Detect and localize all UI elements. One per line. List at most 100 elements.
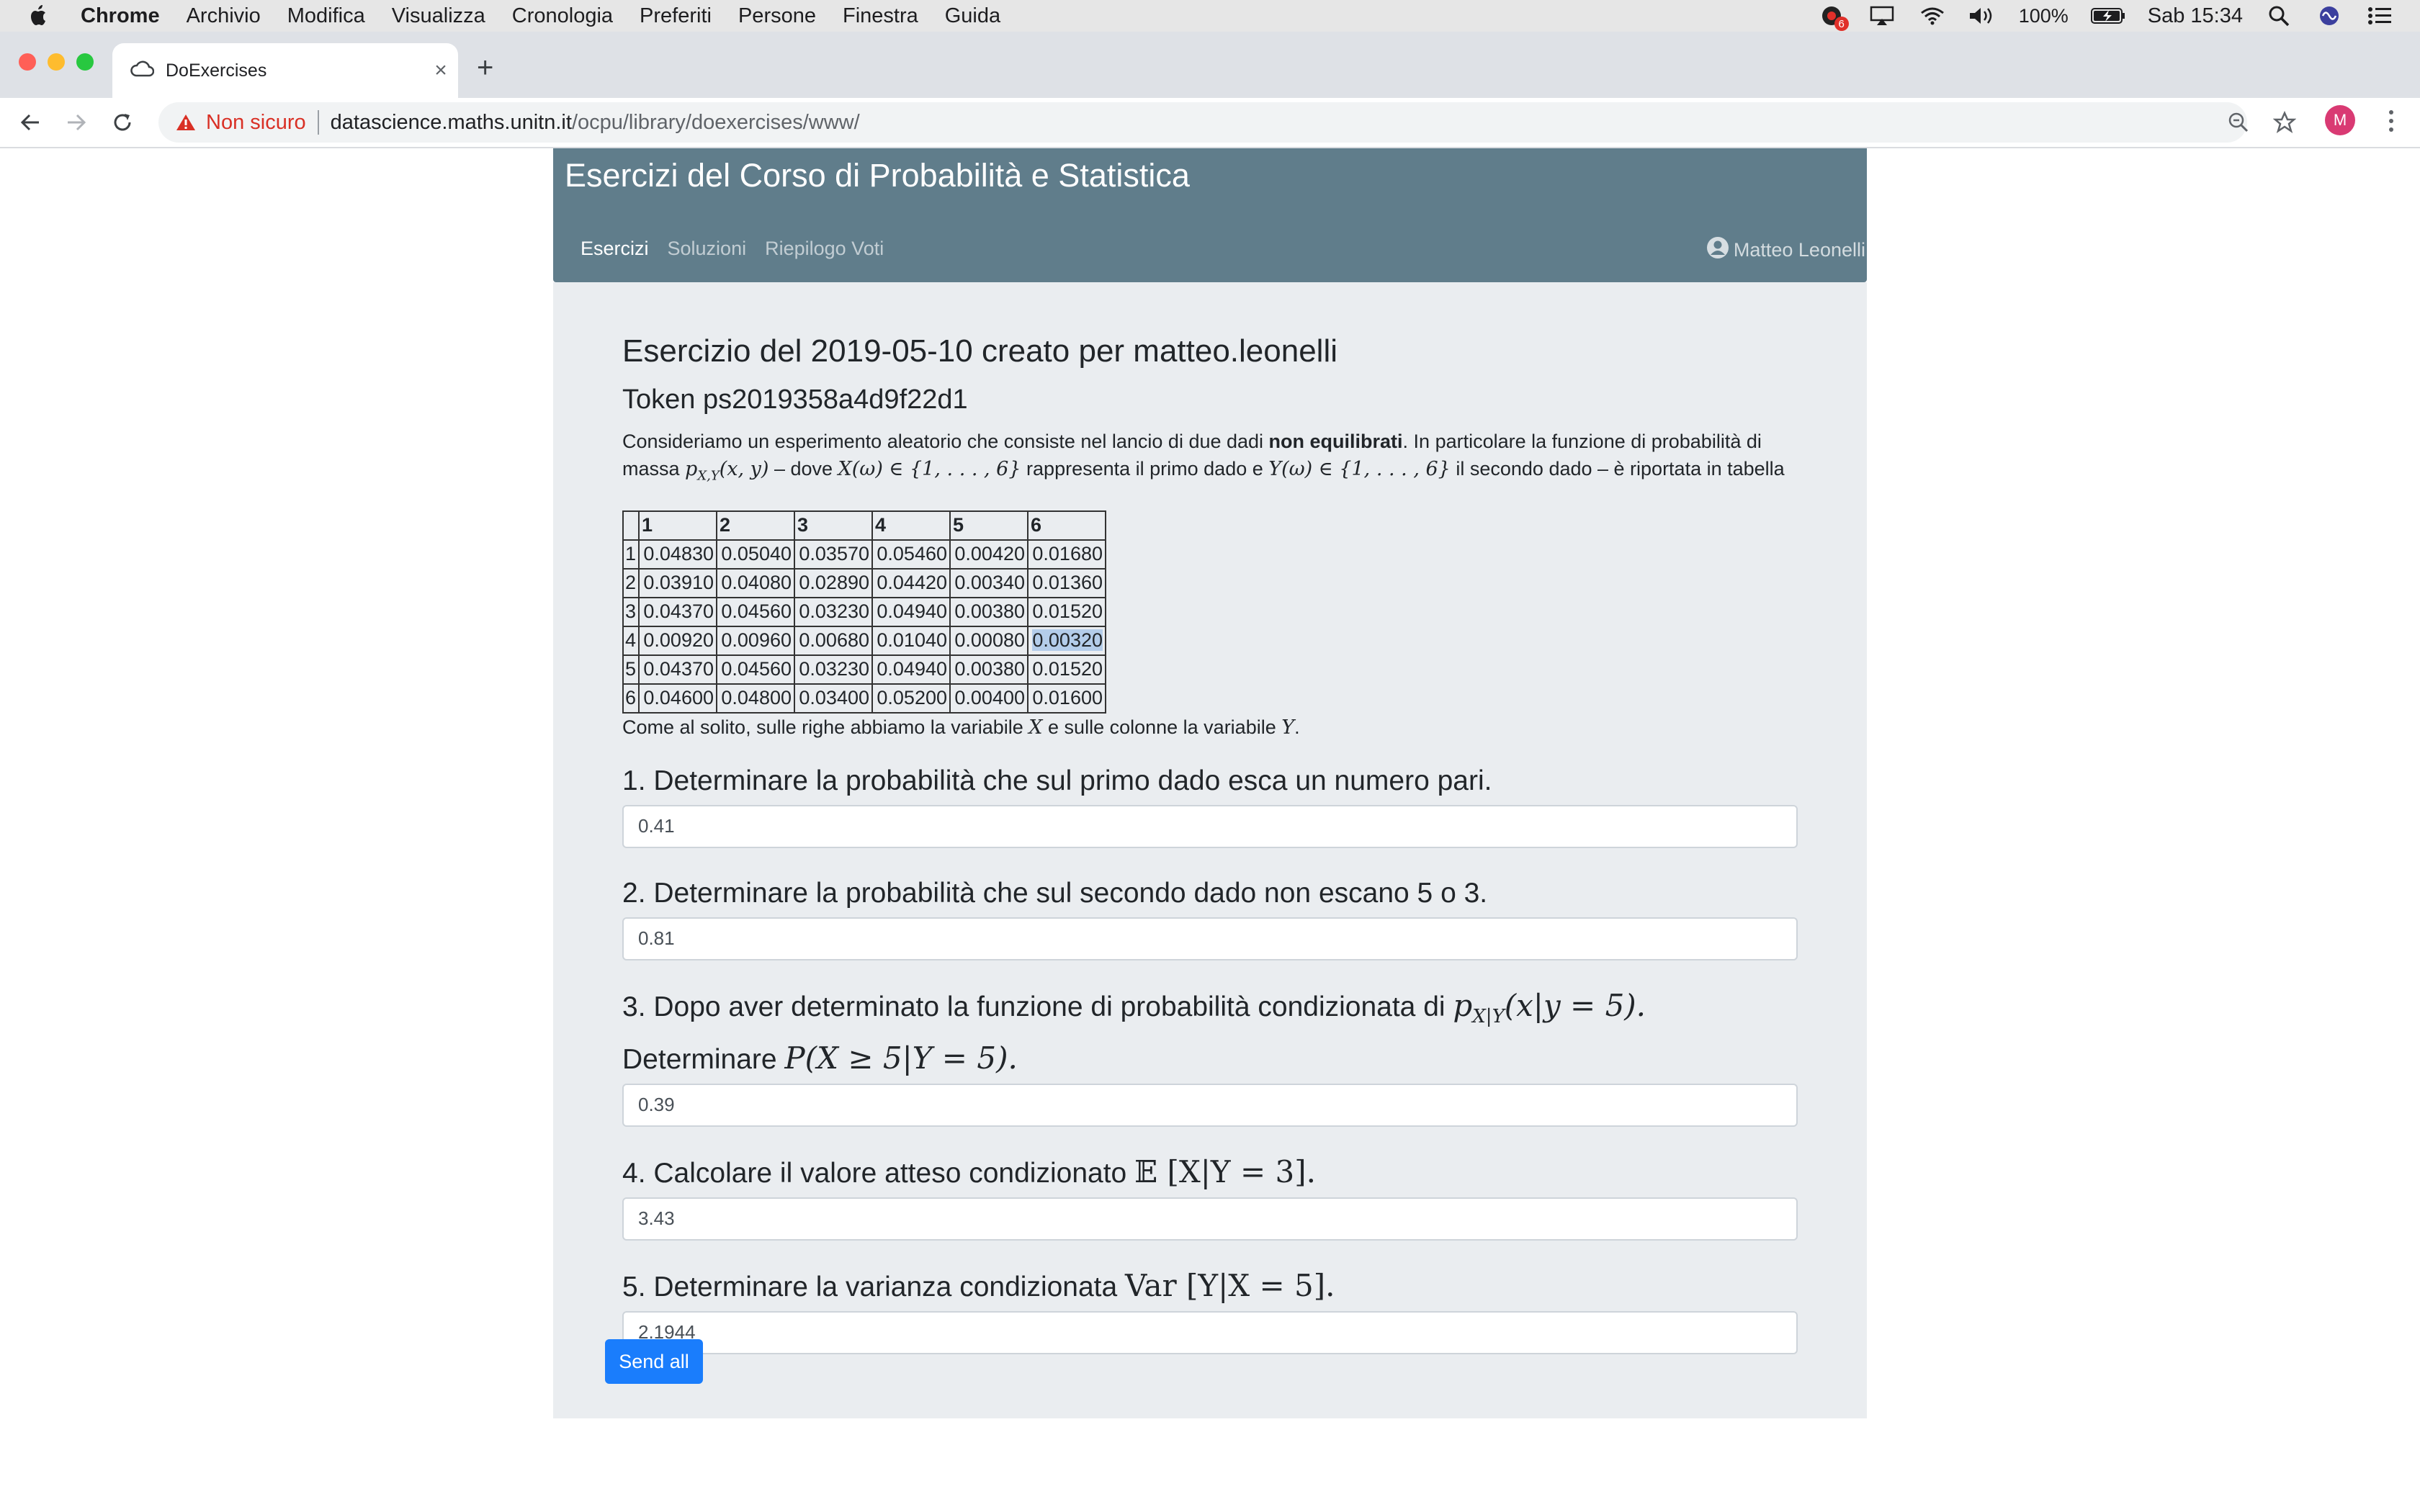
site-nav: Esercizi Soluzioni Riepilogo Voti [581,238,884,260]
answer-input-3[interactable]: 0.39 [622,1083,1798,1127]
table-row: 6 0.04600 0.04800 0.03400 0.05200 0.0040… [622,683,1106,714]
notification-app-icon[interactable]: 6 [1817,5,1849,31]
menu-archivio[interactable]: Archivio [187,4,261,28]
exercise-token: Token ps2019358a4d9f22d1 [622,384,968,415]
table-cell: 0.03400 [794,683,873,714]
table-row: 1 0.04830 0.05040 0.03570 0.05460 0.0042… [622,539,1106,570]
table-cell: 0.02890 [794,567,873,598]
battery-percent: 100% [2018,4,2069,27]
nav-soluzioni[interactable]: Soluzioni [668,238,747,260]
table-cell: 0.01520 [1027,654,1106,685]
answer-input-4[interactable]: 3.43 [622,1197,1798,1241]
clock[interactable]: Sab 15:34 [2148,4,2243,28]
menu-visualizza[interactable]: Visualizza [392,4,485,28]
user-circle-icon [1706,236,1729,264]
user-menu[interactable]: Matteo Leonelli [1706,236,1867,264]
forward-arrow-icon[interactable] [62,108,91,137]
address-bar[interactable]: Non sicuro datascience.maths.unitn.it/oc… [158,102,2247,143]
browser-tab-strip: DoExercises × + [0,32,2420,98]
probability-table: 1 2 3 4 5 6 1 0.04830 0.05040 0.03570 0.… [622,510,1106,714]
table-row: 3 0.04370 0.04560 0.03230 0.04940 0.0038… [622,596,1106,627]
nav-esercizi[interactable]: Esercizi [581,238,649,260]
airplay-icon[interactable] [1868,5,1896,27]
bookmark-star-icon[interactable] [2269,107,2300,138]
table-cell: 0.01040 [871,625,951,656]
menu-app-name[interactable]: Chrome [81,4,160,28]
table-cell: 0.01600 [1027,683,1106,714]
question-1: 1. Determinare la probabilità che sul pr… [622,765,1492,796]
table-cell: 0.00080 [949,625,1028,656]
table-cell: 0.00920 [638,625,717,656]
table-cell: 0.05040 [716,539,795,570]
row-label: 5 [622,654,640,685]
table-cell: 0.04600 [638,683,717,714]
question-2: 2. Determinare la probabilità che sul se… [622,877,1488,909]
window-close-button[interactable] [19,53,36,71]
new-tab-button[interactable]: + [477,52,493,84]
table-cell: 0.00680 [794,625,873,656]
answer-input-2[interactable]: 0.81 [622,917,1798,960]
column-header: 5 [949,510,1028,541]
menu-cronologia[interactable]: Cronologia [512,4,613,28]
nav-riepilogo-voti[interactable]: Riepilogo Voti [765,238,884,260]
warning-icon[interactable] [176,113,196,132]
wifi-icon[interactable] [1918,5,1947,27]
menu-guida[interactable]: Guida [945,4,1000,28]
table-cell: 0.00400 [949,683,1028,714]
exercise-panel: Esercizio del 2019-05-10 creato per matt… [553,282,1867,1418]
table-cell: 0.03570 [794,539,873,570]
row-label: 2 [622,567,640,598]
menu-persone[interactable]: Persone [738,4,816,28]
browser-tab[interactable]: DoExercises × [112,43,458,98]
table-cell: 0.04370 [638,654,717,685]
profile-avatar[interactable]: M [2325,105,2355,135]
zoom-icon[interactable] [2223,107,2254,138]
window-zoom-button[interactable] [76,53,94,71]
reload-icon[interactable] [108,108,137,137]
window-minimize-button[interactable] [48,53,65,71]
table-cell: 0.00340 [949,567,1028,598]
menu-preferiti[interactable]: Preferiti [640,4,712,28]
send-all-button[interactable]: Send all [605,1339,703,1384]
column-header: 6 [1027,510,1106,541]
tab-title: DoExercises [166,60,267,81]
browser-toolbar: Non sicuro datascience.maths.unitn.it/oc… [0,98,2420,148]
battery-icon[interactable] [2090,5,2126,27]
site-header: Esercizi del Corso di Probabilità e Stat… [553,148,1867,282]
question-3: 3. Dopo aver determinato la funzione di … [622,987,1646,1076]
notification-badge: 6 [1834,17,1849,31]
table-row: 5 0.04370 0.04560 0.03230 0.04940 0.0038… [622,654,1106,685]
table-row: 4 0.00920 0.00960 0.00680 0.01040 0.0008… [622,625,1106,656]
exercise-heading: Esercizio del 2019-05-10 creato per matt… [622,333,1338,369]
row-label: 6 [622,683,640,714]
row-label: 4 [622,625,640,656]
menu-modifica[interactable]: Modifica [287,4,365,28]
status-area: 6 100% Sab 15:34 [1817,0,2394,32]
siri-icon[interactable] [2315,5,2344,27]
table-cell: 0.05460 [871,539,951,570]
table-cell: 0.04420 [871,567,951,598]
table-cell: 0.04560 [716,596,795,627]
exercise-content: Esercizio del 2019-05-10 creato per matt… [622,333,1798,1354]
table-cell: 0.04370 [638,596,717,627]
apple-icon[interactable] [29,4,50,28]
question-4: 4. Calcolare il valore atteso condiziona… [622,1153,1316,1189]
table-corner [622,510,640,541]
back-arrow-icon[interactable] [16,108,45,137]
browser-menu-icon[interactable] [2377,107,2406,135]
table-cell: 0.04080 [716,567,795,598]
menu-finestra[interactable]: Finestra [843,4,918,28]
table-row: 2 0.03910 0.04080 0.02890 0.04420 0.0034… [622,567,1106,598]
notification-center-icon[interactable] [2365,5,2394,27]
volume-icon[interactable] [1968,5,1997,27]
answer-input-5[interactable]: 2.1944 [622,1310,1798,1354]
table-cell: 0.04940 [871,596,951,627]
table-cell: 0.05200 [871,683,951,714]
table-cell: 0.03230 [794,596,873,627]
tab-close-icon[interactable]: × [424,58,458,83]
macos-menu-bar: Chrome Archivio Modifica Visualizza Cron… [0,0,2420,32]
security-label[interactable]: Non sicuro [206,111,306,135]
site-title[interactable]: Esercizi del Corso di Probabilità e Stat… [565,157,1190,194]
spotlight-search-icon[interactable] [2264,5,2293,27]
answer-input-1[interactable]: 0.41 [622,804,1798,848]
